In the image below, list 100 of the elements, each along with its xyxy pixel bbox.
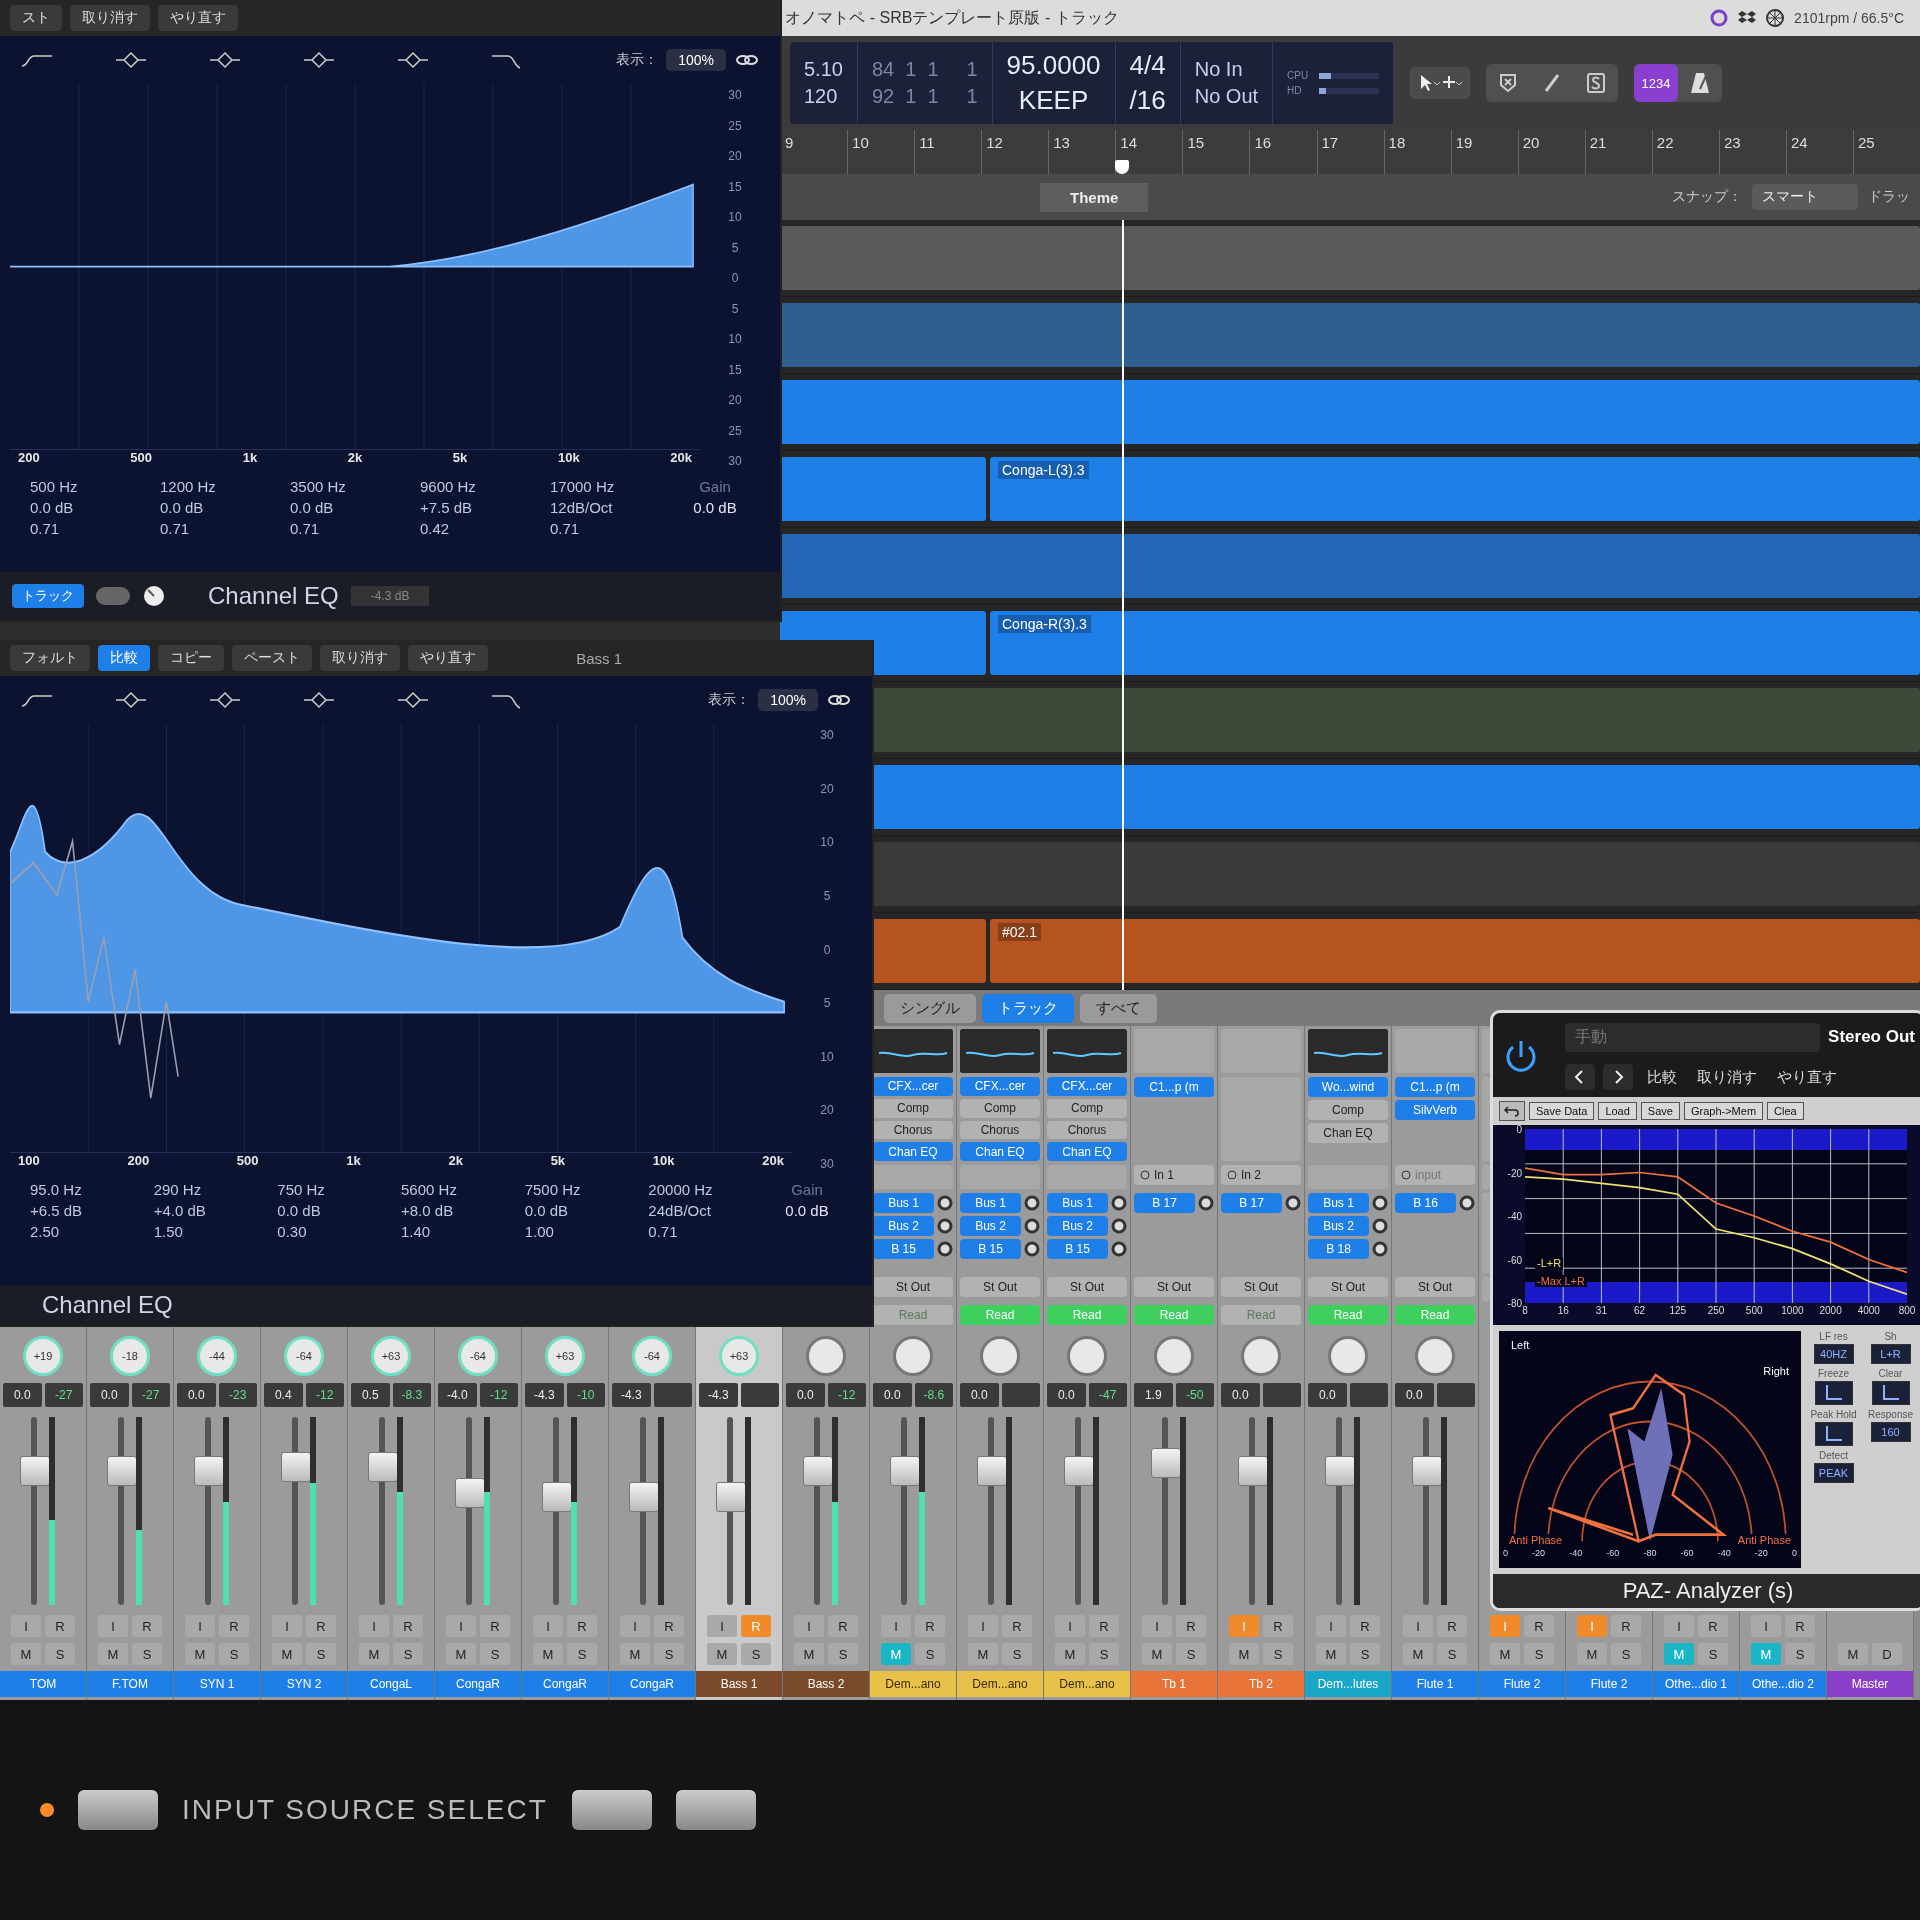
- fader-thumb[interactable]: [20, 1455, 50, 1486]
- pan-knob[interactable]: +63: [719, 1336, 759, 1376]
- region[interactable]: #02.1: [990, 919, 1920, 983]
- monitor-button[interactable]: I: [11, 1615, 41, 1637]
- solo-button[interactable]: S: [1002, 1643, 1032, 1665]
- eq-thumbnail[interactable]: [1047, 1029, 1127, 1073]
- plugin-slot[interactable]: CFX...cer: [873, 1077, 953, 1096]
- send-knob[interactable]: [937, 1241, 953, 1257]
- send-slot[interactable]: B 15: [960, 1239, 1021, 1259]
- bell-filter-icon[interactable]: [302, 50, 336, 70]
- send-slot[interactable]: B 18: [1308, 1239, 1369, 1259]
- track-name[interactable]: Flute 1: [1392, 1671, 1478, 1697]
- track-name[interactable]: CongaR: [522, 1671, 608, 1697]
- record-button[interactable]: R: [654, 1615, 684, 1637]
- mixer-tab[interactable]: トラック: [982, 993, 1074, 1023]
- record-button[interactable]: R: [567, 1615, 597, 1637]
- track-name[interactable]: Othe...dio 2: [1740, 1671, 1826, 1697]
- channel-strip[interactable]: CFX...cer Comp Chorus Chan EQ Bus 1 Bus 2 B 15 St Out Read 0.0 -47 I R M S Dem...ano: [1044, 1026, 1131, 1700]
- plugin-slot[interactable]: Chan EQ: [960, 1142, 1040, 1161]
- fader-thumb[interactable]: [890, 1455, 920, 1486]
- zoom-dropdown[interactable]: 100%: [758, 689, 818, 711]
- solo-button[interactable]: S: [567, 1643, 597, 1665]
- icon-button[interactable]: [1871, 1381, 1910, 1405]
- region[interactable]: Conga-L(3).3: [990, 457, 1920, 521]
- pan-knob[interactable]: -44: [197, 1336, 237, 1376]
- pan-knob[interactable]: +63: [545, 1336, 585, 1376]
- send-knob[interactable]: [1285, 1195, 1301, 1211]
- monitor-button[interactable]: I: [1403, 1615, 1433, 1637]
- toolbar-button[interactable]: 取り消す: [70, 5, 150, 31]
- previous-button[interactable]: [1565, 1064, 1595, 1090]
- plugin-slot[interactable]: Comp: [873, 1098, 953, 1118]
- fader-thumb[interactable]: [1064, 1455, 1094, 1486]
- eq-thumbnail[interactable]: [1308, 1029, 1388, 1073]
- pan-knob[interactable]: [1241, 1336, 1281, 1376]
- monitor-button[interactable]: I: [794, 1615, 824, 1637]
- send-slot[interactable]: B 16: [1395, 1193, 1456, 1213]
- send-knob[interactable]: [1459, 1195, 1475, 1211]
- send-slot[interactable]: Bus 1: [1047, 1193, 1108, 1213]
- channel-strip[interactable]: CFX...cer Comp Chorus Chan EQ Bus 1 Bus 2 B 15 St Out Read 0.0 -8.6 I R M S Dem...ano: [870, 1026, 957, 1700]
- fader-thumb[interactable]: [629, 1481, 659, 1512]
- send-slot[interactable]: B 17: [1134, 1193, 1195, 1213]
- snap-dropdown[interactable]: スマート: [1752, 184, 1858, 210]
- solo-button[interactable]: S: [1698, 1643, 1728, 1665]
- next-button[interactable]: [1603, 1064, 1633, 1090]
- solo-button[interactable]: S: [1524, 1643, 1554, 1665]
- toolbar-button[interactable]: コピー: [158, 645, 224, 671]
- hardware-button[interactable]: [571, 1790, 652, 1830]
- monitor-button[interactable]: I: [1316, 1615, 1346, 1637]
- record-button[interactable]: R: [1350, 1615, 1380, 1637]
- channel-strip[interactable]: C1...p (m In 1 B 17 St Out Read 1.9 -50 I R M S Tb 1: [1131, 1026, 1218, 1700]
- fader-thumb[interactable]: [1325, 1455, 1355, 1486]
- region[interactable]: Conga-R(3).3: [990, 611, 1920, 675]
- output-slot[interactable]: St Out: [873, 1277, 953, 1297]
- record-button[interactable]: R: [1698, 1615, 1728, 1637]
- track-name[interactable]: F.TOM: [87, 1671, 173, 1697]
- record-button[interactable]: R: [828, 1615, 858, 1637]
- toolbar-button[interactable]: Clea: [1767, 1102, 1804, 1120]
- dim-button[interactable]: D: [1872, 1643, 1902, 1665]
- mute-button[interactable]: M: [446, 1643, 476, 1665]
- undo-button[interactable]: [1499, 1101, 1525, 1121]
- plugin-slot[interactable]: CFX...cer: [960, 1077, 1040, 1096]
- bell-filter-icon[interactable]: [208, 690, 242, 710]
- toggle-switch[interactable]: [96, 587, 130, 605]
- record-button[interactable]: R: [480, 1615, 510, 1637]
- action-button[interactable]: やり直す: [1771, 1066, 1843, 1088]
- output-slot[interactable]: St Out: [960, 1277, 1040, 1297]
- mute-button[interactable]: M: [1229, 1643, 1259, 1665]
- solo-button[interactable]: S: [741, 1643, 771, 1665]
- send-knob[interactable]: [1024, 1241, 1040, 1257]
- send-knob[interactable]: [1111, 1218, 1127, 1234]
- toolbar-button[interactable]: ペースト: [232, 645, 312, 671]
- send-knob[interactable]: [937, 1218, 953, 1234]
- send-knob[interactable]: [1372, 1195, 1388, 1211]
- pan-knob[interactable]: [1328, 1336, 1368, 1376]
- monitor-button[interactable]: I: [533, 1615, 563, 1637]
- send-knob[interactable]: [1024, 1195, 1040, 1211]
- mute-button[interactable]: M: [1577, 1643, 1607, 1665]
- toolbar-button[interactable]: やり直す: [408, 645, 488, 671]
- output-slot[interactable]: St Out: [1134, 1277, 1214, 1297]
- pan-knob[interactable]: [1067, 1336, 1107, 1376]
- track-name[interactable]: Othe...dio 1: [1653, 1671, 1739, 1697]
- monitor-button[interactable]: I: [881, 1615, 911, 1637]
- send-slot[interactable]: B 17: [1221, 1193, 1282, 1213]
- fader-thumb[interactable]: [542, 1481, 572, 1512]
- send-slot[interactable]: B 15: [1047, 1239, 1108, 1259]
- output-slot[interactable]: St Out: [1047, 1277, 1127, 1297]
- marker[interactable]: Theme: [1040, 182, 1149, 212]
- solo-button[interactable]: S: [45, 1643, 75, 1665]
- send-slot[interactable]: B 15: [873, 1239, 934, 1259]
- fader-thumb[interactable]: [977, 1455, 1007, 1486]
- solo-button[interactable]: S: [1437, 1643, 1467, 1665]
- send-knob[interactable]: [1111, 1195, 1127, 1211]
- bell-filter-icon[interactable]: [302, 690, 336, 710]
- track-name[interactable]: TOM: [0, 1671, 86, 1697]
- output-slot[interactable]: St Out: [1221, 1277, 1301, 1297]
- pan-knob[interactable]: +19: [23, 1336, 63, 1376]
- circle-icon[interactable]: [1710, 9, 1729, 27]
- plugin-slot[interactable]: Chorus: [960, 1120, 1040, 1140]
- plugin-slot[interactable]: Chan EQ: [873, 1142, 953, 1161]
- bell-filter-icon[interactable]: [396, 690, 430, 710]
